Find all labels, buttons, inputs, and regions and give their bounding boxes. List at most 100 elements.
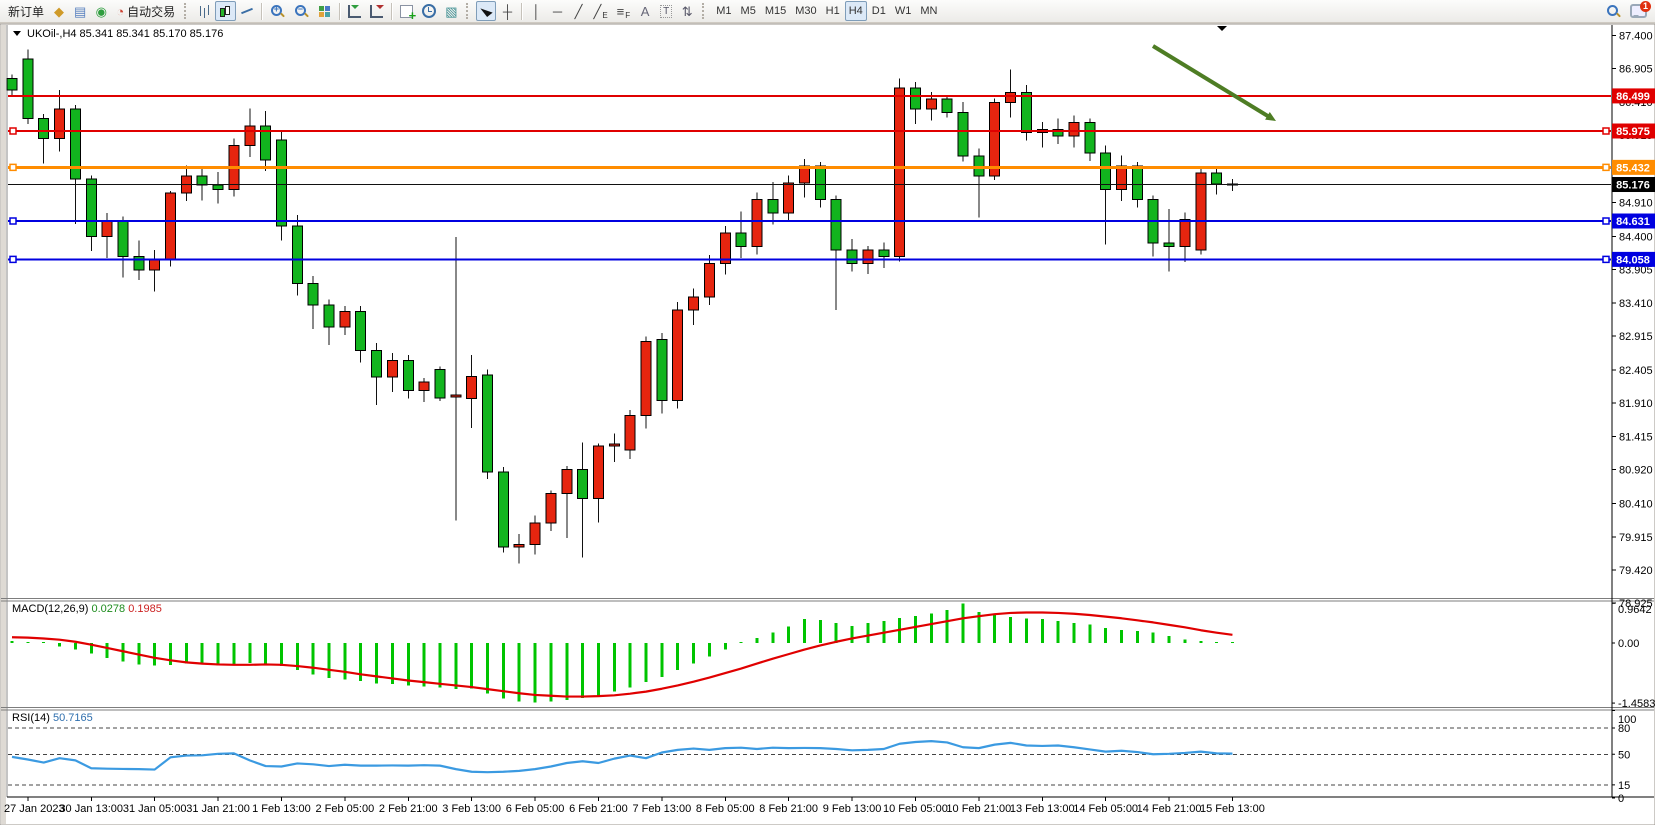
signals-icon[interactable]: ◉ [91, 1, 111, 21]
candle-body [55, 109, 65, 138]
candle-body [1085, 123, 1095, 153]
candle-body [102, 222, 112, 237]
hline-handle[interactable] [10, 164, 16, 170]
text-label-icon: T [660, 5, 672, 18]
price-tick-label: 87.400 [1619, 31, 1653, 43]
candle-body [372, 350, 382, 377]
toolbar-drag-handle[interactable] [184, 3, 189, 19]
equidistant-channel-button[interactable]: ╱E [589, 1, 611, 21]
hline-handle[interactable] [1603, 256, 1609, 262]
chart-shift-icon [370, 5, 383, 18]
chart-cube-icon[interactable]: ◆ [49, 1, 69, 21]
candlestick-chart-button[interactable] [215, 1, 236, 21]
trendline-icon: ╱ [575, 5, 583, 18]
candle-body [625, 415, 635, 450]
fibonacci-button[interactable]: ≡F [613, 1, 634, 21]
line-chart-button[interactable] [237, 1, 257, 21]
time-axis-label: 6 Feb 21:00 [569, 803, 628, 815]
hline-handle[interactable] [10, 256, 16, 262]
candle [435, 366, 445, 401]
price-tick-label: 83.410 [1619, 298, 1653, 310]
auto-scroll-button[interactable] [344, 1, 365, 21]
candle-body [356, 311, 366, 350]
templates-button[interactable]: ▧ [441, 1, 461, 21]
toolbar-separator [339, 3, 340, 20]
price-tag-label: 86.499 [1616, 91, 1650, 103]
price-tick-label: 79.915 [1619, 532, 1653, 544]
price-tick-label: 81.910 [1619, 398, 1653, 410]
timeframe-button-m30[interactable]: M30 [791, 1, 820, 21]
toolbar-drag-handle[interactable] [466, 3, 471, 19]
candle-body [23, 59, 33, 119]
trading-terminal: 新订单◆▤◉◔自动交易 +− ▧ ┼ │─ ╱ ╱E≡FAT ⇅ M1M5M15M30H1H4D… [0, 0, 1655, 825]
candle-body [1132, 166, 1142, 199]
macd-axis-label: -1.4583 [1618, 698, 1655, 710]
new-order-button[interactable]: 新订单 [4, 1, 48, 21]
zoom-in-button[interactable]: + [266, 1, 289, 21]
vertical-line-button[interactable]: │ [526, 1, 546, 21]
timeframe-button-m1[interactable]: M1 [712, 1, 735, 21]
arrows-icon: ⇅ [682, 5, 693, 18]
candle-body [213, 185, 223, 190]
chat-icon[interactable]: 1 [1626, 1, 1651, 21]
search-icon [1606, 4, 1621, 19]
periods-button[interactable] [418, 1, 440, 21]
indicators-button[interactable] [396, 1, 417, 21]
candle-body [1069, 123, 1079, 136]
timeframe-button-d1[interactable]: D1 [868, 1, 890, 21]
candle-body [483, 375, 493, 472]
metaeditor-icon[interactable]: ▤ [70, 1, 90, 21]
timeframe-button-h4[interactable]: H4 [845, 1, 867, 21]
rsi-value: 50.7165 [53, 712, 93, 724]
zoom-out-icon: − [294, 4, 309, 19]
candle-body [530, 523, 540, 544]
hline-handle[interactable] [10, 218, 16, 224]
candle [166, 191, 176, 267]
zoom-out-button[interactable]: − [290, 1, 313, 21]
timeframe-button-w1[interactable]: W1 [891, 1, 916, 21]
search-icon[interactable] [1602, 1, 1625, 21]
horizontal-line-button[interactable]: ─ [547, 1, 567, 21]
chart-shift-button[interactable] [366, 1, 387, 21]
price-tick-label: 82.405 [1619, 365, 1653, 377]
candle-body [673, 310, 683, 400]
cursor-button[interactable] [476, 1, 496, 21]
candle-body [340, 311, 350, 326]
hline-handle[interactable] [1603, 128, 1609, 134]
crosshair-button[interactable]: ┼ [497, 1, 517, 21]
bar-chart-button[interactable] [194, 1, 214, 21]
hline-handle[interactable] [1603, 164, 1609, 170]
tile-windows-button[interactable] [314, 1, 335, 21]
hline-handle[interactable] [10, 128, 16, 134]
candle-body [847, 250, 857, 263]
rsi-axis-label: 50 [1618, 749, 1630, 761]
text-button[interactable]: A [635, 1, 655, 21]
time-axis-label: 3 Feb 13:00 [442, 803, 501, 815]
timeframe-button-h1[interactable]: H1 [822, 1, 844, 21]
time-axis-label: 30 Jan 13:00 [59, 803, 123, 815]
arrows-button[interactable]: ⇅ [677, 1, 697, 21]
hline-handle[interactable] [1603, 218, 1609, 224]
candle-body [831, 200, 841, 250]
timeframe-button-m15[interactable]: M15 [761, 1, 790, 21]
candle-body [578, 470, 588, 499]
candle-body [7, 78, 17, 89]
candle-body [1180, 220, 1190, 247]
candle-body [467, 376, 477, 398]
time-axis-label: 31 Jan 21:00 [186, 803, 250, 815]
trendline-button[interactable]: ╱ [568, 1, 588, 21]
candle-body [166, 193, 176, 260]
toolbar-drag-handle[interactable] [702, 3, 707, 19]
text-label-button[interactable]: T [656, 1, 676, 21]
magnifier-sign: − [298, 4, 303, 14]
candle-body [593, 446, 603, 498]
timeframe-button-mn[interactable]: MN [916, 1, 941, 21]
autotrading-button[interactable]: ◔自动交易 [112, 1, 179, 21]
price-tick-label: 80.410 [1619, 499, 1653, 511]
price-tag-label: 85.432 [1616, 162, 1650, 174]
timeframe-button-m5[interactable]: M5 [737, 1, 760, 21]
candle [673, 302, 683, 408]
macd-label: MACD(12,26,9) 0.0278 0.1985 [12, 603, 162, 615]
price-tag-label: 84.058 [1616, 254, 1650, 266]
time-axis-label: 6 Feb 05:00 [506, 803, 565, 815]
